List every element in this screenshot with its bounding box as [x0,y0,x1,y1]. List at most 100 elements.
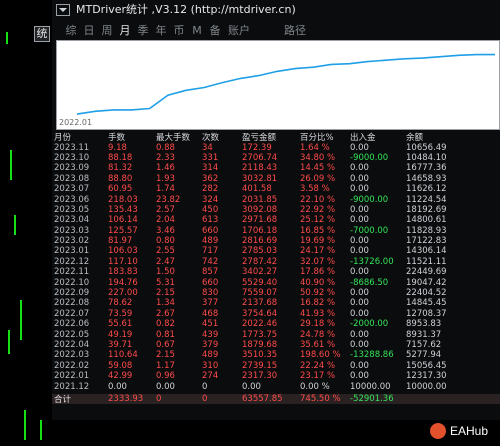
cell-percent: 16.85 % [300,225,336,236]
header-balance: 余额 [406,133,424,144]
cell-percent: 40.90 % [300,277,336,288]
dropdown-icon[interactable] [56,4,70,16]
cell-max-lots: 2.55 [156,246,175,257]
cell-percent: 16.82 % [300,298,336,309]
header-month: 月份 [54,133,72,144]
cell-trades: 489 [202,350,219,361]
cell-profit: 1773.75 [242,329,278,340]
cell-profit: 3402.27 [242,267,278,278]
cell-trades: 310 [202,360,219,371]
tab-summary[interactable]: 综 [62,22,80,38]
candle [20,300,22,340]
candle [10,150,12,180]
table-row: 2022.04 39.71 0.67 379 1879.68 35.61 % 0.00 715… [52,340,500,350]
window-title: MTDriver统计 ,V3.12 (http://mtdriver.cn) [76,3,296,16]
cell-max-lots: 2.67 [156,308,175,319]
cell-month: 2022.04 [54,340,90,350]
tab-notes[interactable]: 备 [206,22,224,38]
table-row: 2022.07 73.59 2.67 468 3754.64 41.93 % 0.00 127… [52,309,500,319]
title-bar: MTDriver统计 ,V3.12 (http://mtdriver.cn) [52,0,500,20]
cell-balance: 11521.11 [406,256,447,267]
cell-max-lots: 1.93 [156,173,175,184]
cell-percent: 25.12 % [300,215,336,226]
cell-max-lots: 2.33 [156,152,175,163]
table-row: 2023.11 9.18 0.88 34 172.39 1.64 % 0.00 10656.4… [52,142,500,153]
table-total-row: 合计 2333.93 0 0 63557.85 745.50 % -52901.36 [52,393,500,405]
table-row: 2022.02 59.08 1.17 310 2739.15 22.24 % 0.00 150… [52,361,500,371]
tab-account[interactable]: 账户 [224,22,254,38]
cell-deposit: 0.00 [350,360,369,371]
cell-trades: 451 [202,319,219,330]
cell-profit: 1879.68 [242,340,278,350]
cell-percent: 24.17 % [300,246,336,257]
tab-month[interactable]: 月 [116,22,134,38]
cell-max-lots: 0.88 [156,142,175,153]
cell-max-lots: 0.96 [156,371,175,382]
cell-deposit: 0.00 [350,142,369,153]
candle [6,32,8,44]
cell-month: 2023.08 [54,173,90,184]
cell-profit: 2137.68 [242,298,278,309]
cell-lots: 194.76 [108,277,138,288]
cell-deposit: 0.00 [350,329,369,340]
table-row: 2022.03 110.64 2.15 489 3510.35 198.60 % -1328… [52,350,500,360]
cell-lots: 81.97 [108,236,133,247]
cell-max-lots: 0.00 [156,381,175,392]
cell-deposit: -9000.00 [350,194,389,205]
table-row: 2023.02 81.97 0.80 489 2816.69 19.69 % 0.00 171… [52,236,500,246]
table-row: 2023.06 218.03 23.82 324 2031.85 22.10 % -9000… [52,194,500,205]
tab-currency[interactable]: 币 [170,22,188,38]
cell-profit: 2971.68 [242,215,278,226]
cell-max-lots: 23.82 [156,194,181,205]
cell-trades: 660 [202,225,219,236]
table-row: 2022.11 183.83 1.50 857 3402.27 17.86 % 0.00 22… [52,267,500,277]
table-row: 2023.07 60.95 1.74 282 401.58 3.58 % 0.00 11626… [52,184,500,194]
cell-lots: 2333.93 [108,393,144,404]
cell-month: 2022.11 [54,267,90,278]
cell-percent: 34.80 % [300,152,336,163]
cell-lots: 9.18 [108,142,127,153]
cell-lots: 78.62 [108,298,133,309]
cell-balance: 7157.62 [406,340,442,350]
cell-month: 2023.11 [54,142,90,153]
header-max-lots: 最大手数 [156,133,191,144]
tab-year[interactable]: 年 [152,22,170,38]
table-row: 2023.09 81.32 1.46 314 2118.43 14.45 % 0.00 167… [52,163,500,173]
candle [14,215,16,235]
table-row: 2022.10 194.76 5.31 660 5529.40 40.90 % -8686.… [52,277,500,288]
tab-day[interactable]: 日 [80,22,98,38]
tab-quarter[interactable]: 季 [134,22,152,38]
cell-trades: 489 [202,236,219,247]
table-row: 2023.03 125.57 3.46 660 1706.18 16.85 % -7000.… [52,226,500,236]
tab-week[interactable]: 周 [98,22,116,38]
tab-path[interactable]: 路径 [284,22,306,38]
cell-lots: 39.71 [108,340,133,350]
chart-strip: 统 [0,0,52,446]
cell-max-lots: 0.67 [156,340,175,350]
header-profit: 盈亏金额 [242,133,277,144]
cell-lots: 106.03 [108,246,138,257]
cell-month: 2023.10 [54,152,90,163]
cell-trades: 450 [202,204,219,215]
cell-month: 2023.05 [54,204,90,215]
cell-profit: 2022.46 [242,319,278,330]
cell-lots: 110.64 [108,350,138,361]
cell-max-lots: 0.81 [156,329,175,340]
cell-profit: 3032.81 [242,173,278,184]
cell-balance: 12317.30 [406,371,447,382]
cell-percent: 23.17 % [300,371,336,382]
stats-toggle-button[interactable]: 统 [34,26,50,42]
equity-line-svg [76,53,495,115]
cell-deposit: 0.00 [350,163,369,174]
tab-magic[interactable]: M [188,24,206,37]
cell-deposit: -13288.86 [350,350,394,361]
cell-percent: 22.10 % [300,194,336,205]
cell-lots: 88.18 [108,152,133,163]
cell-deposit: -9000.00 [350,152,389,163]
cell-deposit: -52901.36 [350,393,394,404]
cell-profit: 7559.07 [242,288,278,299]
cell-deposit: -13726.00 [350,256,394,267]
cell-percent: 50.92 % [300,288,336,299]
cell-percent: 22.24 % [300,360,336,371]
cell-profit: 3754.64 [242,308,278,319]
